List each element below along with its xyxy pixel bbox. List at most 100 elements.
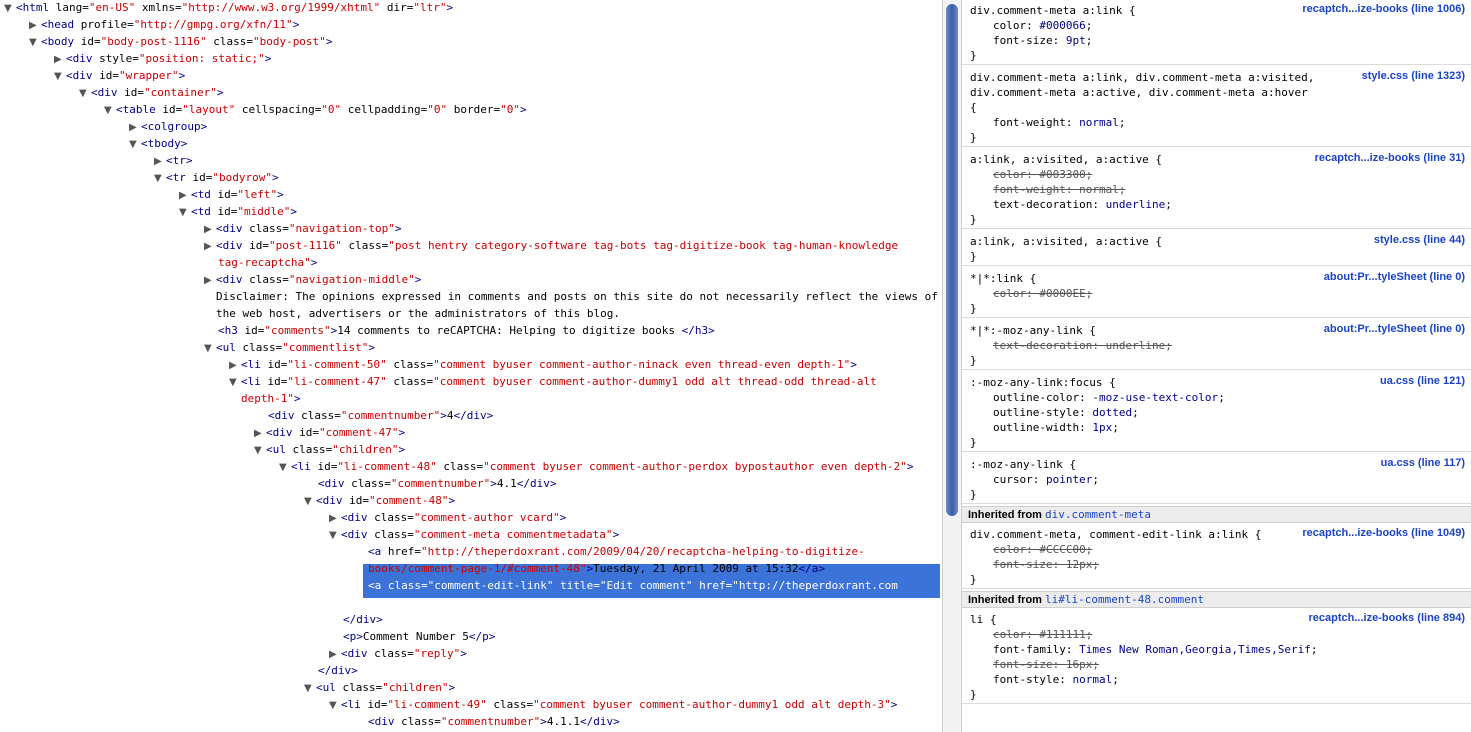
tree-node[interactable]: ▼ <tbody> xyxy=(129,136,187,151)
overridden-css-property[interactable]: font-size: 16px; xyxy=(970,657,1099,672)
expanded-twisty-icon[interactable]: ▼ xyxy=(104,103,116,118)
inherited-selector-link[interactable]: div.comment-meta xyxy=(1045,508,1151,521)
tree-node[interactable]: ▼ <ul class="commentlist"> xyxy=(204,340,375,355)
css-selector[interactable]: div.comment-meta a:link { xyxy=(970,3,1136,18)
tree-node[interactable]: ▶ <colgroup> xyxy=(129,119,207,134)
css-source-link[interactable]: about:Pr...tyleSheet (line 0) xyxy=(1324,323,1465,335)
tree-node[interactable]: </div> xyxy=(318,663,358,678)
tree-node[interactable]: ▼ <li id="li-comment-48" class="comment b… xyxy=(279,459,914,474)
expanded-twisty-icon[interactable]: ▼ xyxy=(329,528,341,543)
tree-node[interactable]: ▼ <table id="layout" cellspacing="0" cell… xyxy=(104,102,527,117)
css-source-link[interactable]: about:Pr...tyleSheet (line 0) xyxy=(1324,271,1465,283)
tree-node[interactable]: ▶ <tr> xyxy=(154,153,193,168)
expanded-twisty-icon[interactable]: ▼ xyxy=(254,443,266,458)
css-selector[interactable]: a:link, a:visited, a:active { xyxy=(970,152,1162,167)
selected-tree-node[interactable]: <a class="comment-edit-link" title="Edit… xyxy=(368,578,898,593)
tree-node[interactable]: <h3 id="comments">14 comments to reCAPTC… xyxy=(218,323,715,338)
tree-node[interactable]: ▶ <div id="post-1116" class="post hentry … xyxy=(204,238,898,253)
css-property[interactable]: outline-color: -moz-use-text-color; xyxy=(970,390,1225,405)
inherited-selector-link[interactable]: li#li-comment-48.comment xyxy=(1045,593,1204,606)
tree-node[interactable]: ▼ <div class="comment-meta commentmetadat… xyxy=(329,527,619,542)
tree-node[interactable]: <div class="commentnumber">4</div> xyxy=(268,408,493,423)
collapsed-twisty-icon[interactable]: ▶ xyxy=(204,239,216,254)
collapsed-twisty-icon[interactable]: ▶ xyxy=(254,426,266,441)
css-source-link[interactable]: ua.css (line 117) xyxy=(1381,457,1465,469)
tree-node[interactable]: ▶ <div id="comment-47"> xyxy=(254,425,405,440)
css-selector[interactable]: :-moz-any-link:focus { xyxy=(970,375,1116,390)
css-selector[interactable]: a:link, a:visited, a:active { xyxy=(970,234,1162,249)
tree-node[interactable]: ▶ <div class="navigation-middle"> xyxy=(204,272,421,287)
tree-node[interactable]: <div class="commentnumber">4.1.1</div> xyxy=(368,714,620,729)
selected-tree-node[interactable]: /wp-admin/comment.php?action=editcomment… xyxy=(368,595,746,610)
tree-node[interactable]: ▼ <div id="wrapper"> xyxy=(54,68,185,83)
expanded-twisty-icon[interactable]: ▼ xyxy=(29,35,41,50)
panel-scrollbar[interactable] xyxy=(942,0,962,732)
css-source-link[interactable]: recaptch...ize-books (line 1006) xyxy=(1302,3,1465,15)
tree-node[interactable]: ▼ <html lang="en-US" xmlns="http://www.w3… xyxy=(4,0,453,15)
css-property[interactable]: font-weight: normal; xyxy=(970,115,1125,130)
css-selector[interactable]: div.comment-meta a:active, div.comment-m… xyxy=(970,85,1308,100)
css-source-link[interactable]: recaptch...ize-books (line 31) xyxy=(1315,152,1465,164)
css-selector[interactable]: li { xyxy=(970,612,997,627)
expanded-twisty-icon[interactable]: ▼ xyxy=(4,1,16,16)
tree-node[interactable]: ▶ <div class="navigation-top"> xyxy=(204,221,401,236)
collapsed-twisty-icon[interactable]: ▶ xyxy=(54,52,66,67)
expanded-twisty-icon[interactable]: ▼ xyxy=(229,375,241,390)
tree-node[interactable]: tag-recaptcha"> xyxy=(218,255,317,270)
expanded-twisty-icon[interactable]: ▼ xyxy=(279,460,291,475)
collapsed-twisty-icon[interactable]: ▶ xyxy=(179,188,191,203)
tree-node[interactable]: ▼ <div id="comment-48"> xyxy=(304,493,455,508)
tree-node[interactable]: books/comment-page-1/#comment-48">Tuesda… xyxy=(368,561,825,576)
tree-node[interactable]: ▶ <head profile="http://gmpg.org/xfn/11"> xyxy=(29,17,299,32)
expanded-twisty-icon[interactable]: ▼ xyxy=(154,171,166,186)
expanded-twisty-icon[interactable]: ▼ xyxy=(329,698,341,713)
overridden-css-property[interactable]: font-size: 12px; xyxy=(970,557,1099,572)
collapsed-twisty-icon[interactable]: ▶ xyxy=(129,120,141,135)
overridden-css-property[interactable]: color: #003300; xyxy=(970,167,1092,182)
overridden-css-property[interactable]: color: #0000EE; xyxy=(970,286,1092,301)
css-selector[interactable]: *|*:link { xyxy=(970,271,1036,286)
collapsed-twisty-icon[interactable]: ▶ xyxy=(29,18,41,33)
tree-node[interactable]: ▶ <td id="left"> xyxy=(179,187,284,202)
tree-node[interactable]: the web host, advertisers or the adminis… xyxy=(204,306,620,321)
collapsed-twisty-icon[interactable]: ▶ xyxy=(329,647,341,662)
css-source-link[interactable]: ua.css (line 121) xyxy=(1380,375,1465,387)
overridden-css-property[interactable]: color: #CCCC00; xyxy=(970,542,1092,557)
collapsed-twisty-icon[interactable]: ▶ xyxy=(329,511,341,526)
expanded-twisty-icon[interactable]: ▼ xyxy=(204,341,216,356)
expanded-twisty-icon[interactable]: ▼ xyxy=(129,137,141,152)
css-selector[interactable]: { xyxy=(970,100,977,115)
tree-node[interactable]: depth-1"> xyxy=(229,391,301,406)
tree-node[interactable]: ▶ <div class="reply"> xyxy=(329,646,467,661)
tree-node[interactable]: ▼ <li id="li-comment-47" class="comment b… xyxy=(229,374,877,389)
tree-node[interactable]: ▶ <li id="li-comment-50" class="comment b… xyxy=(229,357,857,372)
scrollbar-thumb[interactable] xyxy=(946,4,958,516)
expanded-twisty-icon[interactable]: ▼ xyxy=(79,86,91,101)
tree-node[interactable]: ▼ <ul class="children"> xyxy=(304,680,455,695)
css-property[interactable]: font-family: Times New Roman,Georgia,Tim… xyxy=(970,642,1318,657)
tree-node[interactable]: Disclaimer: The opinions expressed in co… xyxy=(204,289,938,304)
css-property[interactable]: outline-width: 1px; xyxy=(970,420,1119,435)
css-selector[interactable]: *|*:-moz-any-link { xyxy=(970,323,1096,338)
overridden-css-property[interactable]: text-decoration: underline; xyxy=(970,338,1172,353)
css-selector[interactable]: div.comment-meta a:link, div.comment-met… xyxy=(970,70,1314,85)
css-source-link[interactable]: style.css (line 1323) xyxy=(1362,70,1465,82)
css-property[interactable]: text-decoration: underline; xyxy=(970,197,1172,212)
overridden-css-property[interactable]: font-weight: normal; xyxy=(970,182,1125,197)
expanded-twisty-icon[interactable]: ▼ xyxy=(304,494,316,509)
tree-node[interactable]: ▶ <div class="comment-author vcard"> xyxy=(329,510,566,525)
tree-node[interactable]: ▼ <body id="body-post-1116" class="body-p… xyxy=(29,34,332,49)
css-property[interactable]: color: #000066; xyxy=(970,18,1092,33)
expanded-twisty-icon[interactable]: ▼ xyxy=(54,69,66,84)
css-source-link[interactable]: recaptch...ize-books (line 1049) xyxy=(1302,527,1465,539)
css-source-link[interactable]: recaptch...ize-books (line 894) xyxy=(1309,612,1466,624)
css-property[interactable]: outline-style: dotted; xyxy=(970,405,1139,420)
collapsed-twisty-icon[interactable]: ▶ xyxy=(229,358,241,373)
tree-node[interactable]: </div> xyxy=(343,612,383,627)
tree-node[interactable]: ▼ <td id="middle"> xyxy=(179,204,297,219)
tree-node[interactable]: ▶ <div style="position: static;"> xyxy=(54,51,271,66)
css-property[interactable]: font-size: 9pt; xyxy=(970,33,1092,48)
tree-node[interactable]: ▼ <li id="li-comment-49" class="comment b… xyxy=(329,697,897,712)
collapsed-twisty-icon[interactable]: ▶ xyxy=(154,154,166,169)
tree-node[interactable]: <a href="http://theperdoxrant.com/2009/0… xyxy=(368,544,865,559)
